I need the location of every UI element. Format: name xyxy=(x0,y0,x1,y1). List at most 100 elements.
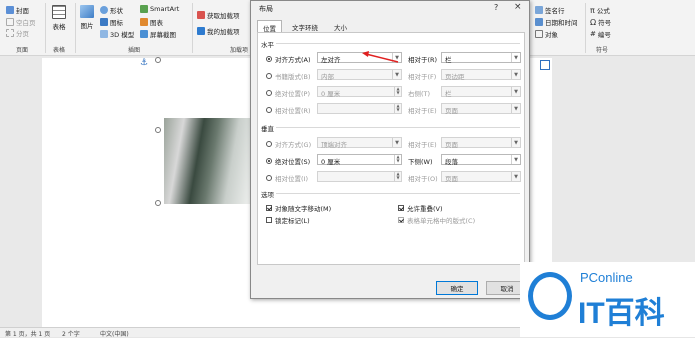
h-relative-relative-label: 相对于(E) xyxy=(408,107,437,115)
chevron-down-icon: ▼ xyxy=(511,104,520,113)
v-relative-relative-select[interactable]: 页面 ▼ xyxy=(441,171,521,183)
table-layout-checkbox[interactable]: 表格单元格中的版式(C) xyxy=(398,215,475,225)
object-button[interactable]: 对象 xyxy=(535,29,558,39)
group-label-addins: 加载项 xyxy=(230,47,249,54)
blank-page-button[interactable]: 空白页 xyxy=(6,17,36,27)
h-relative-spinner[interactable]: ▲ ▼ xyxy=(317,103,402,114)
v-align-relative-select[interactable]: 页面 ▼ xyxy=(441,137,521,149)
v-relative-spinner[interactable]: ▲ ▼ xyxy=(317,171,402,182)
chevron-down-icon: ▼ xyxy=(511,87,520,96)
radio-indicator xyxy=(266,90,272,96)
v-absolute-spinner[interactable]: 0 厘米 ▲ ▼ xyxy=(317,154,402,166)
smartart-button[interactable]: SmartArt xyxy=(140,5,179,13)
annotation-arrow-icon xyxy=(362,51,399,63)
resize-handle[interactable] xyxy=(155,57,161,63)
h-relative-radio[interactable]: 相对位置(R) xyxy=(266,105,311,115)
signature-icon xyxy=(535,6,543,14)
radio-indicator xyxy=(266,175,272,181)
chart-button[interactable]: 图表 xyxy=(140,17,163,27)
checkbox-indicator xyxy=(398,217,404,223)
signature-line-button[interactable]: 签名行 xyxy=(535,5,565,15)
chart-icon xyxy=(140,18,148,26)
help-button[interactable]: ? xyxy=(494,3,498,12)
h-absolute-radio[interactable]: 绝对位置(P) xyxy=(266,88,310,98)
options-heading: 选项 xyxy=(261,191,274,199)
ribbon-separator xyxy=(585,3,586,53)
h-relative-relative-select[interactable]: 页面 ▼ xyxy=(441,103,521,115)
v-relative-radio[interactable]: 相对位置(I) xyxy=(266,173,308,183)
picture-button[interactable]: 图片 xyxy=(80,5,94,30)
spinner-arrows-icon: ▲ ▼ xyxy=(394,87,401,96)
v-align-radio[interactable]: 对齐方式(G) xyxy=(266,139,311,149)
number-button[interactable]: # 编号 xyxy=(590,29,611,39)
get-addins-button[interactable]: 获取加载项 xyxy=(197,10,240,20)
h-absolute-spinner[interactable]: 0 厘米 ▲ ▼ xyxy=(317,86,402,98)
group-label-tables: 表格 xyxy=(53,47,66,54)
icons-button[interactable]: 图标 xyxy=(100,17,123,27)
group-label-illustrations: 插图 xyxy=(128,47,141,54)
3d-models-button[interactable]: 3D 模型 xyxy=(100,29,134,39)
h-book-radio[interactable]: 书籍版式(B) xyxy=(266,71,311,81)
resize-handle[interactable] xyxy=(155,127,161,133)
resize-handle[interactable] xyxy=(155,200,161,206)
screenshot-button[interactable]: 屏幕截图 xyxy=(140,29,176,39)
cube-icon xyxy=(100,30,108,38)
chevron-down-icon: ▼ xyxy=(511,138,520,147)
ribbon-separator xyxy=(45,3,46,53)
ribbon-separator xyxy=(192,3,193,53)
h-absolute-relative-select[interactable]: 栏 ▼ xyxy=(441,86,521,98)
chevron-down-icon: ▼ xyxy=(511,155,520,164)
chevron-down-icon: ▼ xyxy=(392,138,401,147)
h-align-radio[interactable]: 对齐方式(A) xyxy=(266,54,311,64)
page-break-button[interactable]: 分页 xyxy=(6,28,29,38)
calendar-icon xyxy=(535,18,543,26)
ok-button[interactable]: 确定 xyxy=(436,281,478,295)
h-book-select[interactable]: 内部 ▼ xyxy=(317,69,402,81)
symbol-button[interactable]: Ω 符号 xyxy=(590,17,611,28)
radio-indicator xyxy=(266,141,272,147)
date-time-button[interactable]: 日期和时间 xyxy=(535,17,578,27)
table-button[interactable]: 表格 xyxy=(52,5,66,31)
spinner-arrows-icon: ▲ ▼ xyxy=(394,172,401,181)
v-align-select[interactable]: 顶端对齐 ▼ xyxy=(317,137,402,149)
cover-page-icon xyxy=(6,6,14,14)
addins-icon xyxy=(197,27,205,35)
brand-title: IT百科 xyxy=(578,297,665,330)
checkbox-indicator xyxy=(266,217,272,223)
v-absolute-radio[interactable]: 绝对位置(S) xyxy=(266,156,310,166)
close-button[interactable]: × xyxy=(514,2,522,12)
lock-anchor-checkbox[interactable]: 锁定标记(L) xyxy=(266,215,310,225)
inserted-image[interactable] xyxy=(164,118,250,204)
shapes-button[interactable]: 形状 xyxy=(100,5,123,15)
watermark-logo: PConline IT百科 xyxy=(520,262,695,337)
h-absolute-relative-label: 右侧(T) xyxy=(408,90,431,98)
cover-page-button[interactable]: 封面 xyxy=(6,5,29,15)
tab-size[interactable]: 大小 xyxy=(329,20,352,32)
tab-text-wrapping[interactable]: 文字环绕 xyxy=(287,20,323,32)
pi-icon: π xyxy=(590,5,595,15)
layout-dialog: 布局 ? × 位置 文字环绕 大小 水平 对齐方式(A) 左对齐 ▼ 相对于(R)… xyxy=(250,0,530,299)
number-sign-icon: # xyxy=(590,30,596,38)
equation-button[interactable]: π 公式 xyxy=(590,5,610,16)
tab-position[interactable]: 位置 xyxy=(257,20,282,33)
v-absolute-relative-label: 下侧(W) xyxy=(408,158,433,166)
spinner-arrows-icon: ▲ ▼ xyxy=(394,104,401,113)
my-addins-button[interactable]: 我的加载项 xyxy=(197,26,240,36)
horizontal-heading: 水平 xyxy=(261,41,274,49)
layout-options-icon[interactable] xyxy=(540,60,550,70)
picture-icon xyxy=(80,5,94,18)
v-absolute-relative-select[interactable]: 段落 ▼ xyxy=(441,154,521,166)
object-icon xyxy=(535,30,543,38)
position-panel: 水平 对齐方式(A) 左对齐 ▼ 相对于(R) 栏 ▼ 书籍版式(B) 内部 ▼ 相对… xyxy=(257,32,525,265)
table-icon xyxy=(52,5,66,19)
store-icon xyxy=(197,11,205,19)
magnifier-icon xyxy=(528,272,572,320)
spinner-arrows-icon: ▲ ▼ xyxy=(394,155,401,164)
h-book-relative-label: 相对于(F) xyxy=(408,73,437,81)
allow-overlap-checkbox[interactable]: 允许重叠(V) xyxy=(398,203,443,213)
v-align-relative-label: 相对于(E) xyxy=(408,141,437,149)
h-book-relative-select[interactable]: 页边距 ▼ xyxy=(441,69,521,81)
move-with-text-checkbox[interactable]: 对象随文字移动(M) xyxy=(266,203,331,213)
vertical-heading: 垂直 xyxy=(261,125,274,133)
h-align-relative-select[interactable]: 栏 ▼ xyxy=(441,52,521,64)
